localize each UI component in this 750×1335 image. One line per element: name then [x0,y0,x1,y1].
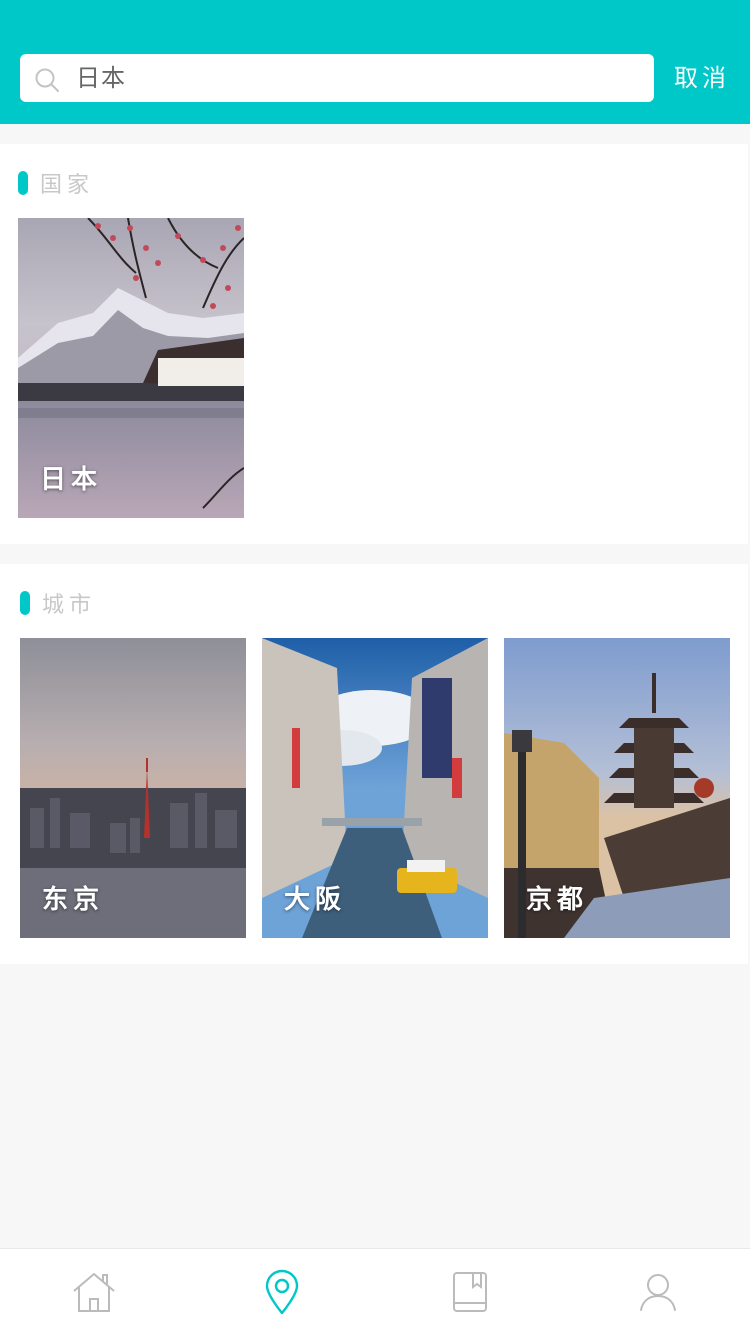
card-label: 日本 [40,465,103,495]
location-pin-icon [265,1269,298,1315]
city-card-kyoto[interactable]: 京都 [504,638,730,938]
tab-home[interactable] [0,1249,187,1335]
city-card-tokyo[interactable]: 东京 [20,638,246,938]
section-title-country: 国家 [18,168,94,198]
card-label: 京都 [526,885,589,915]
search-value: 日本 [76,64,126,92]
search-icon [35,68,59,92]
section-title-city: 城市 [20,588,96,618]
bottom-tab-bar [0,1248,750,1335]
user-icon [639,1274,676,1311]
header-bar: 日本 取消 [0,0,750,124]
country-card-japan[interactable]: 日本 [18,218,244,518]
section-accent-bar [18,171,28,195]
city-section: 城市 东京 大阪 京都 [0,564,748,964]
section-label: 城市 [42,593,97,618]
home-icon [72,1273,115,1312]
tab-location[interactable] [188,1249,375,1335]
card-label: 东京 [42,885,105,915]
country-section: 国家 日本 [0,144,748,544]
cancel-button[interactable]: 取消 [674,56,730,100]
section-label: 国家 [40,173,95,198]
card-label: 大阪 [284,885,347,915]
search-input[interactable]: 日本 [20,54,654,102]
city-card-osaka[interactable]: 大阪 [262,638,488,938]
tab-guide[interactable] [376,1249,563,1335]
tab-profile[interactable] [564,1249,750,1335]
section-accent-bar [20,591,30,615]
book-icon [452,1272,487,1312]
